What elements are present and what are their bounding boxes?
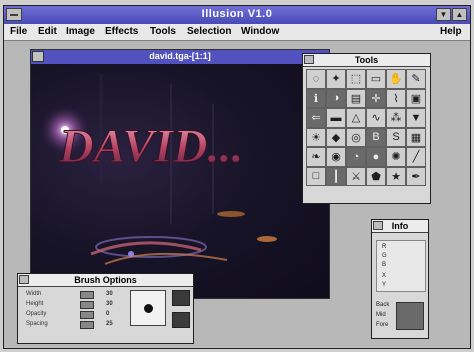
menu-bar: File Edit Image Effects Tools Selection … <box>4 24 470 41</box>
tools-palette-title[interactable]: Tools <box>303 54 430 67</box>
star-icon[interactable]: ★ <box>386 166 406 186</box>
brush-options-palette: Brush Options Width 30 Height 30 Opacity… <box>17 273 194 344</box>
brush-close-button[interactable] <box>19 275 29 284</box>
app-title-bar[interactable]: Illusion V1.0 ▼ ▲ <box>4 6 470 24</box>
brush-width-value: 30 <box>106 291 113 297</box>
pencil-icon[interactable]: ✎ <box>406 69 426 89</box>
line-icon[interactable]: ╱ <box>406 147 426 167</box>
brush-spacing-value: 25 <box>106 321 113 327</box>
sponge-icon[interactable]: ✺ <box>386 147 406 167</box>
blur-icon[interactable]: ◎ <box>346 127 366 147</box>
smudge-icon[interactable]: ∿ <box>366 108 386 128</box>
brush-shape-button[interactable] <box>172 290 190 306</box>
app-title: Illusion V1.0 <box>201 8 273 20</box>
dodge-icon[interactable]: ◔ <box>346 147 366 167</box>
menu-help[interactable]: Help <box>440 26 462 37</box>
rect-icon[interactable]: □ <box>306 166 326 186</box>
desktop-screen: Illusion V1.0 ▼ ▲ File Edit Image Effect… <box>0 0 474 352</box>
tools-palette: Tools ◌ ✦ ⬚ ▭ ✋ ✎ ℹ ◑ ▤ ✛ ⌇ ▣ ⇐ ▬ △ ∿ ⁂ ▼ ☀ ◆ ◎ B S ▦ ❧ ◉ ◔ ● ✺ ╱ □ ┃ ⚔ ⬟… <box>302 53 431 204</box>
fill-icon[interactable]: ▼ <box>406 108 426 128</box>
stamp-icon[interactable]: ▣ <box>406 88 426 108</box>
brush-width-spinner[interactable] <box>80 291 94 299</box>
hand-icon[interactable]: ✋ <box>386 69 406 89</box>
brush-opacity-value: 0 <box>106 311 110 317</box>
brush-palette-title[interactable]: Brush Options <box>18 274 193 287</box>
workspace: david.tga-[1:1] DAVID... Tools ◌ ✦ ⬚ ▭ ✋… <box>4 41 470 347</box>
pen-icon[interactable]: ✒ <box>406 166 426 186</box>
info-y-label: Y <box>382 282 387 288</box>
info-mid-label: Mid <box>376 312 386 318</box>
menu-window[interactable]: Window <box>241 26 279 37</box>
menu-file[interactable]: File <box>10 26 27 37</box>
info-g-label: G <box>382 253 387 259</box>
brush-spacing-label: Spacing <box>26 321 48 327</box>
brush-height-label: Height <box>26 301 44 307</box>
brush-height-value: 30 <box>106 301 113 307</box>
lasso-icon[interactable]: ◌ <box>306 69 326 89</box>
minimize-button[interactable]: ▼ <box>436 8 451 21</box>
info-readout-panel: R G B X Y <box>376 240 426 292</box>
swatch-icon[interactable]: ▦ <box>406 127 426 147</box>
info-r-label: R <box>382 244 387 250</box>
brush-mode-button[interactable] <box>172 312 190 328</box>
brush-dot-icon <box>144 304 153 313</box>
crosshair-icon[interactable]: ✛ <box>366 88 386 108</box>
info-icon[interactable]: ℹ <box>306 88 326 108</box>
document-title-bar[interactable]: david.tga-[1:1] <box>31 50 329 64</box>
brush-height-row: Height 30 <box>20 301 128 310</box>
pipe-icon[interactable]: ┃ <box>326 166 346 186</box>
brush-width-label: Width <box>26 291 42 297</box>
arrow-left-icon[interactable]: ⇐ <box>306 108 326 128</box>
info-x-label: X <box>382 273 387 279</box>
bulb-icon[interactable]: ☀ <box>306 127 326 147</box>
color-swatch[interactable] <box>396 302 424 330</box>
spray-icon[interactable]: ⁂ <box>386 108 406 128</box>
brush-opacity-label: Opacity <box>26 311 47 317</box>
maximize-button[interactable]: ▲ <box>452 8 467 21</box>
marquee-icon[interactable]: ⬚ <box>346 69 366 89</box>
brush-spacing-spinner[interactable] <box>80 321 94 329</box>
info-b-label: B <box>382 262 387 268</box>
tools-close-button[interactable] <box>304 55 314 64</box>
eraser-icon[interactable]: ▬ <box>326 108 346 128</box>
drop-icon[interactable]: ◆ <box>326 127 346 147</box>
brush-opacity-spinner[interactable] <box>80 311 94 319</box>
feather-icon[interactable]: ❧ <box>306 147 326 167</box>
burn-icon[interactable]: ● <box>366 147 386 167</box>
brush-opacity-row: Opacity 0 <box>20 311 128 320</box>
brush-preview[interactable] <box>130 290 166 326</box>
brush-icon[interactable]: ⌇ <box>386 88 406 108</box>
artwork-text: DAVID... <box>58 120 243 173</box>
menu-edit[interactable]: Edit <box>38 26 57 37</box>
tool-grid: ◌ ✦ ⬚ ▭ ✋ ✎ ℹ ◑ ▤ ✛ ⌇ ▣ ⇐ ▬ △ ∿ ⁂ ▼ ☀ ◆ ◎ B S ▦ ❧ ◉ ◔ ● ✺ ╱ □ ┃ ⚔ ⬟ ★ ✒ <box>306 69 426 186</box>
wand-icon[interactable]: ✦ <box>326 69 346 89</box>
text-s-icon[interactable]: S <box>386 127 406 147</box>
info-palette: Info R G B X Y Back Mid Fore <box>371 219 429 339</box>
artwork: DAVID... <box>39 74 277 265</box>
menu-selection[interactable]: Selection <box>187 26 231 37</box>
text-b-icon[interactable]: B <box>366 127 386 147</box>
info-fore-label: Fore <box>376 322 389 328</box>
image-canvas[interactable]: DAVID... <box>31 64 329 298</box>
sharpen-icon[interactable]: △ <box>346 108 366 128</box>
menu-image[interactable]: Image <box>66 26 95 37</box>
target-icon[interactable]: ◉ <box>326 147 346 167</box>
info-close-button[interactable] <box>373 221 383 230</box>
brush-width-row: Width 30 <box>20 291 128 300</box>
gradient-icon[interactable]: ▤ <box>346 88 366 108</box>
document-window: david.tga-[1:1] DAVID... <box>30 49 330 299</box>
app-window: Illusion V1.0 ▼ ▲ File Edit Image Effect… <box>3 5 471 349</box>
knife-icon[interactable]: ⚔ <box>346 166 366 186</box>
brush-height-spinner[interactable] <box>80 301 94 309</box>
document-title: david.tga-[1:1] <box>149 51 211 61</box>
contrast-icon[interactable]: ◑ <box>326 88 346 108</box>
info-back-label: Back <box>376 302 390 308</box>
brush-spacing-row: Spacing 25 <box>20 321 128 330</box>
select-icon[interactable]: ▭ <box>366 69 386 89</box>
poly-icon[interactable]: ⬟ <box>366 166 386 186</box>
menu-effects[interactable]: Effects <box>105 26 138 37</box>
menu-tools[interactable]: Tools <box>150 26 176 37</box>
